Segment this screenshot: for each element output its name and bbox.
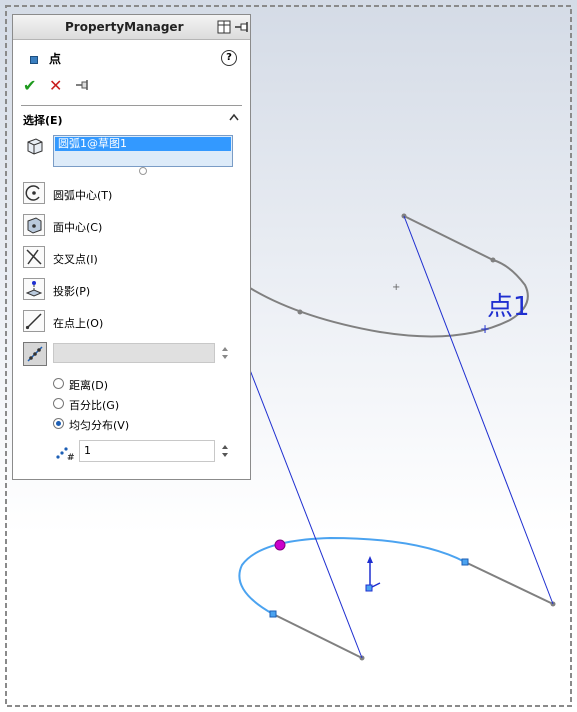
origin-icon[interactable] (365, 584, 373, 592)
radio-distance-circle[interactable] (53, 378, 64, 389)
selection-list-box[interactable]: 圆弧1@草图1 (53, 135, 233, 167)
cancel-button[interactable]: ✕ (49, 76, 62, 95)
ok-button[interactable]: ✔ (23, 76, 36, 95)
radio-distance-label: 距离(D) (69, 379, 109, 392)
feature-name: 点 (49, 52, 62, 66)
arc-center-icon (25, 185, 40, 201)
face-center-icon (27, 217, 42, 234)
point-cross-marker: + (480, 322, 490, 336)
projection-button[interactable] (23, 278, 45, 300)
upper-arc-point[interactable] (297, 309, 303, 315)
intersection-button[interactable] (23, 246, 45, 268)
option-arc-center[interactable]: 圆弧中心(T) (23, 182, 243, 206)
arc-center-button[interactable] (23, 182, 45, 204)
collapse-chevron-up-icon[interactable] (229, 113, 239, 121)
property-manager-titlebar: PropertyManager (13, 15, 250, 40)
distance-value-field[interactable] (53, 343, 215, 363)
arc-center-marker: + (392, 282, 400, 293)
list-resize-grip[interactable] (139, 167, 147, 175)
selection-list-item[interactable]: 圆弧1@草图1 (55, 137, 231, 151)
point-label[interactable]: 点1 (487, 292, 530, 322)
arc-center-label: 圆弧中心(T) (53, 189, 113, 202)
reference-entity-icon (27, 138, 43, 155)
section-divider (21, 105, 242, 106)
on-point-button[interactable] (23, 310, 45, 332)
arc-endpoint-handle-left[interactable] (269, 610, 277, 618)
point-count-icon: # (56, 447, 75, 461)
intersection-label: 交叉点(I) (53, 253, 98, 266)
radio-percentage-circle[interactable] (53, 398, 64, 409)
option-projection[interactable]: 投影(P) (23, 278, 243, 302)
upper-sketch-line[interactable] (403, 215, 494, 261)
intersection-icon (26, 249, 42, 265)
on-point-icon (25, 313, 42, 330)
panel-layout-icon[interactable] (217, 20, 231, 34)
property-manager-title: PropertyManager (65, 20, 184, 34)
selection-section-label: 选择(E) (23, 114, 63, 127)
pin-panel-icon[interactable] (234, 20, 250, 34)
projection-label: 投影(P) (53, 285, 91, 298)
option-face-center[interactable]: 面中心(C) (23, 214, 243, 238)
option-on-point[interactable]: 在点上(O) (23, 310, 243, 334)
svg-text:#: # (67, 453, 75, 461)
point-count-field[interactable]: 1 (79, 440, 215, 462)
projection-line-2 (249, 369, 363, 659)
lower-sketch-line-left[interactable] (272, 613, 363, 659)
radio-percentage-label: 百分比(G) (69, 399, 120, 412)
distance-spinner-arrows[interactable] (219, 343, 231, 363)
arc-endpoint-handle-right[interactable] (461, 558, 469, 566)
face-center-label: 面中心(C) (53, 221, 103, 234)
distribute-along-curve-button[interactable] (23, 342, 47, 366)
help-icon[interactable]: ? (221, 50, 237, 66)
distribute-points-icon (27, 346, 43, 362)
radio-evenly-distributed-label: 均匀分布(V) (69, 419, 130, 432)
feature-bullet-icon (30, 56, 38, 64)
property-manager-panel: PropertyManager 点 ? ✔ ✕ 选择(E) 圆弧1@草图1 圆弧… (12, 14, 251, 480)
radio-evenly-distributed-circle[interactable] (53, 418, 64, 429)
upper-arc-midpoint[interactable] (490, 257, 496, 263)
lower-highlighted-arc[interactable] (238, 536, 466, 615)
selected-point-marker[interactable] (274, 539, 286, 551)
projection-line-1 (403, 215, 554, 605)
projection-icon (25, 281, 43, 297)
on-point-label: 在点上(O) (53, 317, 104, 330)
keep-visible-pin-icon[interactable] (75, 79, 91, 91)
face-center-button[interactable] (23, 214, 45, 236)
option-intersection[interactable]: 交叉点(I) (23, 246, 243, 270)
point-count-spinner-arrows[interactable] (219, 440, 231, 462)
origin-arrow-y (367, 556, 373, 563)
